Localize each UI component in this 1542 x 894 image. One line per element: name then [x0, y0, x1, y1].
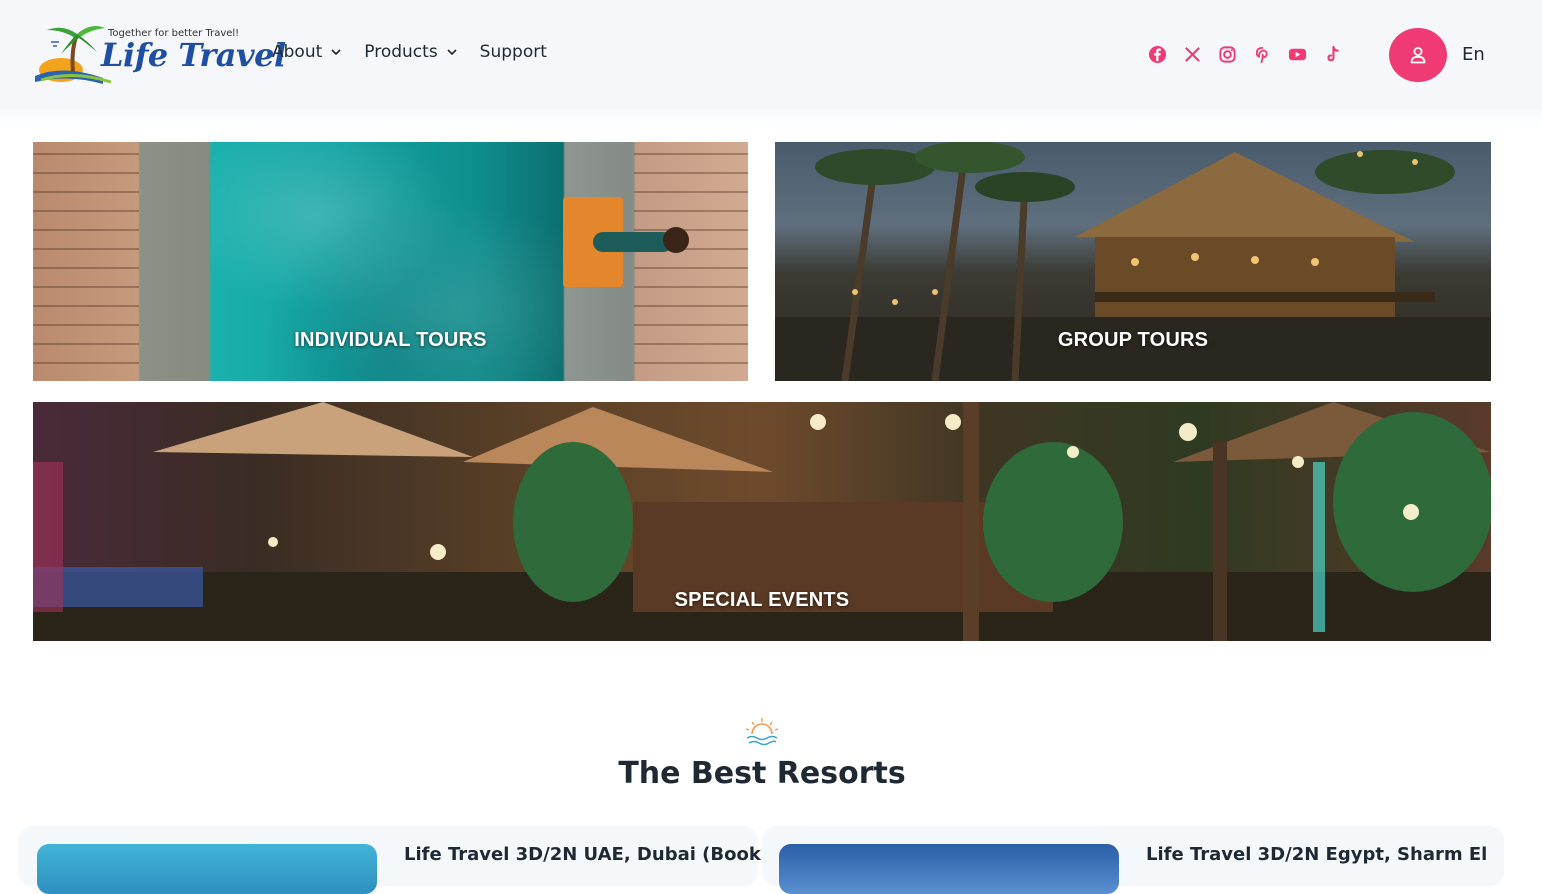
- swimmer-image: [593, 232, 673, 252]
- nav-item-about[interactable]: About: [272, 42, 342, 62]
- tile-label: GROUP TOURS: [1057, 329, 1209, 351]
- nav-item-label: Products: [364, 42, 438, 62]
- resort-card[interactable]: Life Travel 3D/2N Egypt, Sharm El: [762, 826, 1504, 894]
- sunset-icon: [745, 718, 779, 746]
- resort-image[interactable]: [37, 844, 377, 894]
- instagram-icon[interactable]: [1216, 43, 1238, 65]
- resort-title[interactable]: Life Travel 3D/2N UAE, Dubai (Booking: [404, 844, 793, 865]
- chevron-down-icon: [331, 49, 341, 56]
- swimmer-head-image: [663, 227, 689, 253]
- main-nav: About Products Support: [272, 42, 569, 62]
- tile-label: SPECIAL EVENTS: [674, 589, 850, 611]
- brand-name: Life Travel: [101, 36, 286, 74]
- nav-item-support[interactable]: Support: [480, 42, 547, 62]
- nav-item-label: About: [272, 42, 323, 62]
- tiktok-icon[interactable]: [1321, 43, 1343, 65]
- user-icon: [1410, 47, 1426, 64]
- group-tours-tile[interactable]: GROUP TOURS: [775, 142, 1491, 381]
- tile-label: INDIVIDUAL TOURS: [294, 329, 487, 351]
- brand-logo[interactable]: Together for better Travel! Life Travel: [33, 20, 286, 88]
- user-account-button[interactable]: [1389, 28, 1447, 82]
- resort-image[interactable]: [779, 844, 1119, 894]
- nav-item-products[interactable]: Products: [364, 42, 457, 62]
- youtube-icon[interactable]: [1286, 43, 1308, 65]
- individual-tours-tile[interactable]: INDIVIDUAL TOURS: [33, 142, 748, 381]
- nav-item-label: Support: [479, 42, 547, 62]
- facebook-icon[interactable]: [1146, 43, 1168, 65]
- language-selector[interactable]: En: [1462, 44, 1485, 65]
- chevron-down-icon: [447, 49, 457, 56]
- site-header: Together for better Travel! Life Travel …: [0, 0, 1542, 130]
- special-events-tile[interactable]: SPECIAL EVENTS: [33, 402, 1491, 641]
- social-links: [1146, 43, 1356, 65]
- pinterest-icon[interactable]: [1251, 43, 1273, 65]
- resort-title[interactable]: Life Travel 3D/2N Egypt, Sharm El: [1146, 844, 1487, 865]
- x-icon[interactable]: [1181, 43, 1203, 65]
- section-title: The Best Resorts: [618, 756, 906, 791]
- resort-card[interactable]: Life Travel 3D/2N UAE, Dubai (Booking: [18, 826, 793, 894]
